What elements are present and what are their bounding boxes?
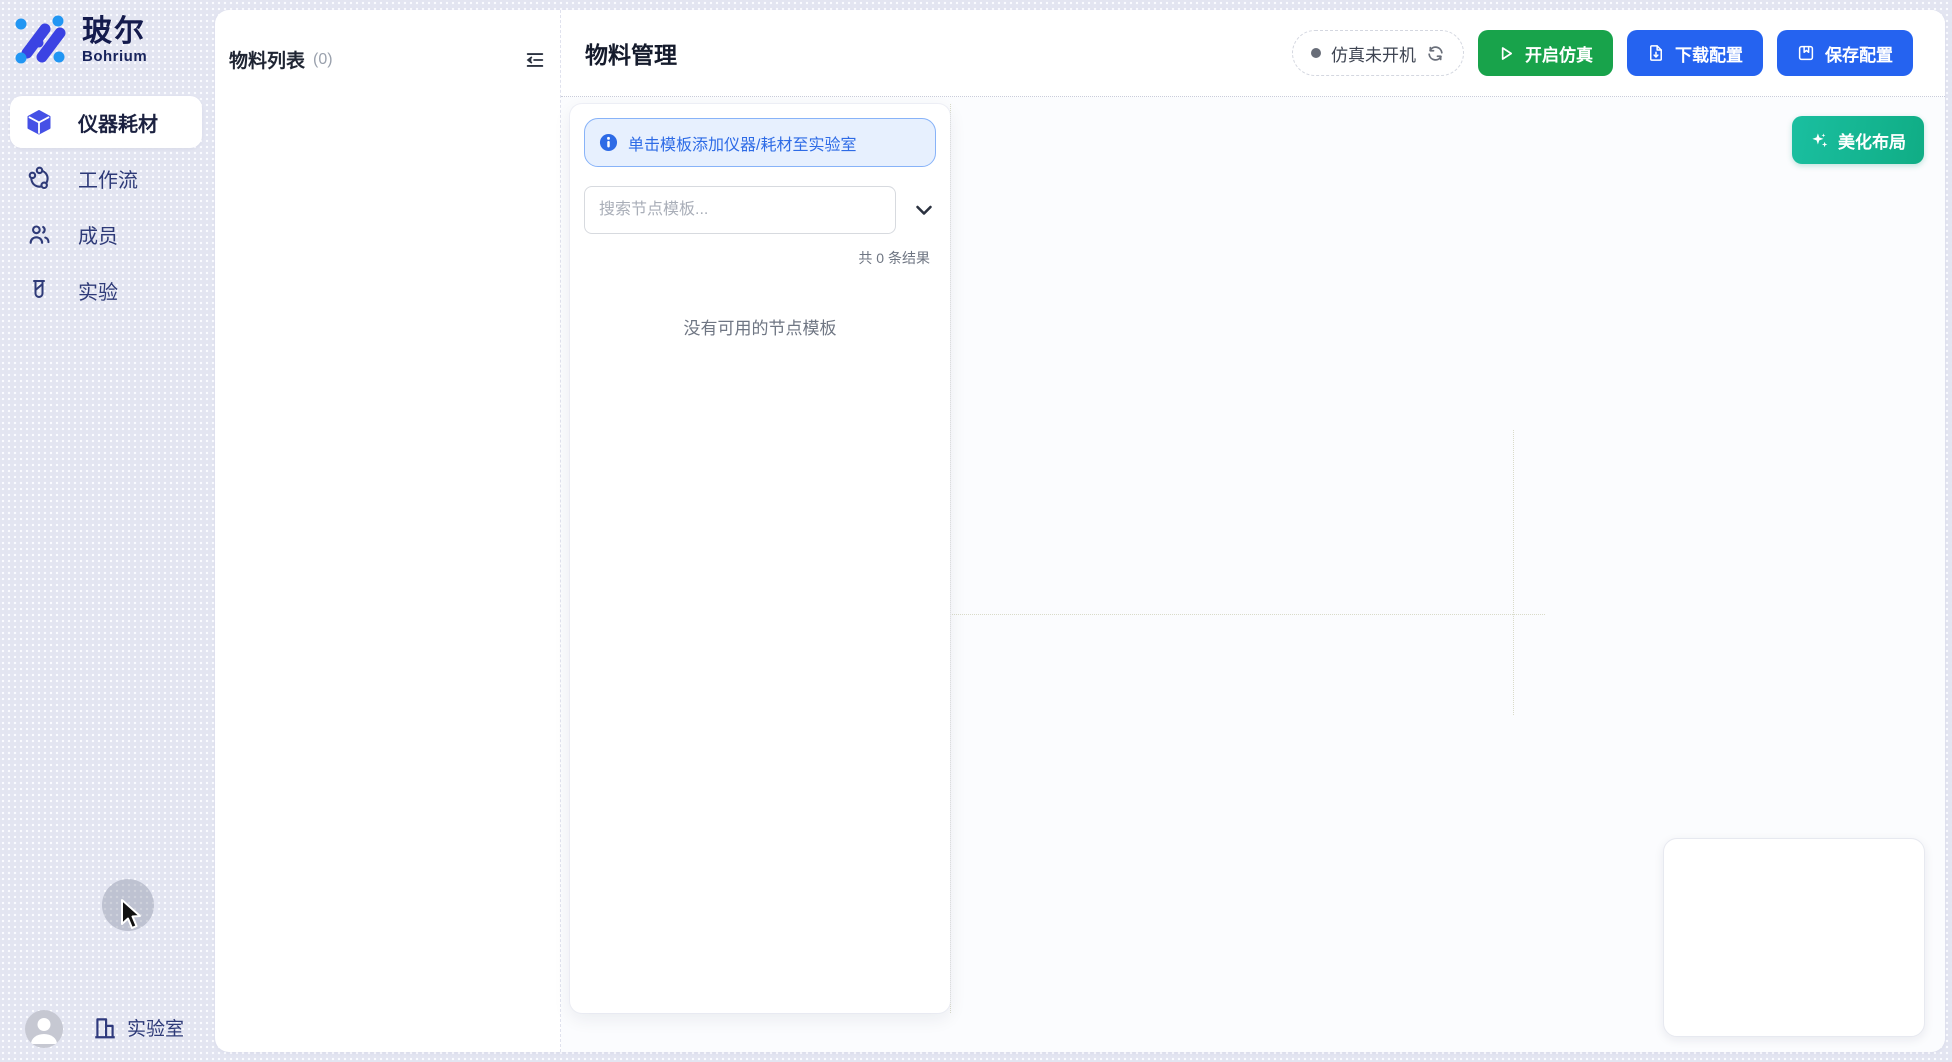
simulation-status-pill: 仿真未开机 [1292,30,1464,76]
start-simulation-label: 开启仿真 [1525,41,1593,66]
save-icon [1797,44,1815,62]
sidebar-item-experiment[interactable]: 实验 [10,264,202,316]
page-header: 物料管理 仿真未开机 [561,10,1945,97]
file-download-icon [1647,44,1665,62]
info-icon [599,133,618,152]
material-list-panel: 物料列表 (0) [215,10,561,1052]
beautify-layout-button[interactable]: 美化布局 [1792,116,1924,164]
refresh-icon[interactable] [1426,44,1445,63]
save-config-button[interactable]: 保存配置 [1777,30,1913,76]
simulation-status-label: 仿真未开机 [1331,41,1416,66]
hint-banner-text: 单击模板添加仪器/耗材至实验室 [628,131,856,155]
main-shell: 物料列表 (0) 物料管理 仿真未开机 [215,10,1945,1052]
sidebar-item-label: 工作流 [78,164,138,193]
editor-area: 物料管理 仿真未开机 [561,10,1945,1052]
sidebar-item-members[interactable]: 成员 [10,208,202,260]
building-icon [92,1014,118,1041]
download-config-label: 下载配置 [1675,41,1743,66]
collapse-panel-icon[interactable] [524,49,546,71]
save-config-label: 保存配置 [1825,41,1893,66]
members-icon [26,221,52,247]
sidebar-item-instruments[interactable]: 仪器耗材 [10,96,202,148]
sidebar-item-workflow[interactable]: 工作流 [10,152,202,204]
sidebar-item-label: 仪器耗材 [78,108,158,137]
canvas-guide-vertical [1513,430,1514,715]
mouse-cursor [120,898,146,932]
download-config-button[interactable]: 下载配置 [1627,30,1763,76]
material-list-count: (0) [313,51,333,69]
workflow-icon [26,165,52,191]
empty-state-text: 没有可用的节点模板 [584,314,936,339]
template-search-input[interactable] [584,186,896,234]
page-title: 物料管理 [585,36,677,70]
chevron-down-icon[interactable] [912,198,936,222]
sidebar-nav: 仪器耗材 工作流 成员 [0,96,212,316]
lab-label: 实验室 [127,1014,184,1041]
beautify-layout-label: 美化布局 [1838,128,1906,153]
sidebar: 玻尔 Bohrium 仪器耗材 工作流 [0,0,212,1062]
account-row: 实验室 [0,1010,212,1050]
template-panel: 单击模板添加仪器/耗材至实验室 共 0 条结果 没有可用的节点模板 [570,104,950,1013]
play-icon [1498,45,1515,62]
sidebar-item-label: 成员 [78,220,118,249]
experiment-icon [26,277,52,303]
result-count: 共 0 条结果 [584,248,936,268]
brand-logo: 玻尔 Bohrium [0,0,212,68]
canvas-guide-horizontal [950,614,1545,615]
sidebar-item-label: 实验 [78,276,118,305]
brand-subname: Bohrium [82,48,147,65]
status-dot-icon [1311,48,1321,58]
bohrium-logo-icon [12,12,68,68]
sparkles-icon [1810,131,1829,150]
cube-icon [26,109,52,135]
material-list-title: 物料列表 [229,46,305,73]
brand-name: 玻尔 [82,15,147,48]
minimap[interactable] [1663,838,1925,1037]
lab-switcher[interactable]: 实验室 [92,1014,184,1041]
canvas-guide-vertical [950,104,951,1013]
start-simulation-button[interactable]: 开启仿真 [1478,30,1613,76]
hint-banner: 单击模板添加仪器/耗材至实验室 [584,118,936,167]
user-avatar[interactable] [25,1010,63,1048]
